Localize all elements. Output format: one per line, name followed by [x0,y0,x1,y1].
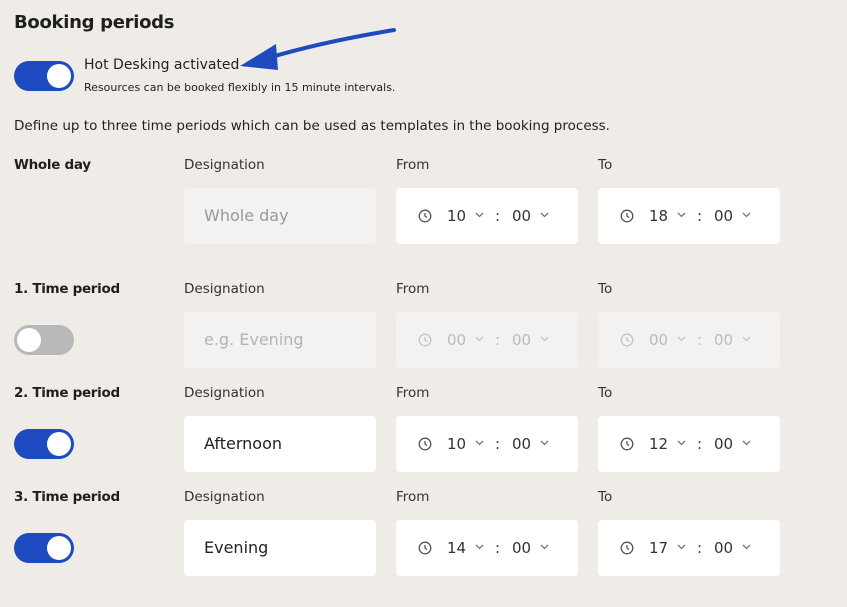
designation-input-whole-day: Whole day [184,188,376,244]
chevron-down-icon[interactable] [677,440,686,446]
designation-placeholder: e.g. Evening [204,330,304,349]
hot-desking-toggle[interactable] [14,61,74,91]
intro-text: Define up to three time periods which ca… [14,118,610,134]
chevron-down-icon[interactable] [475,440,484,446]
chevron-down-icon[interactable] [540,212,549,218]
clock-icon [620,541,634,555]
row-label-period-2: 2. Time period [14,385,120,401]
toggle-knob [17,328,41,352]
clock-icon [418,209,432,223]
period-3-toggle[interactable] [14,533,74,563]
hot-desking-label: Hot Desking activated [84,57,240,73]
to-time-period-3[interactable]: 17 : 00 [598,520,780,576]
designation-column-label: Designation [184,157,265,173]
clock-icon [418,541,432,555]
to-hour-select[interactable]: 18 [649,207,668,225]
to-column-label: To [598,157,613,173]
to-minute-select: 00 [714,331,734,349]
designation-input-period-2[interactable]: Afternoon [184,416,376,472]
chevron-down-icon [540,336,549,342]
from-minute-select: 00 [512,331,532,349]
chevron-down-icon[interactable] [540,544,549,550]
hot-desking-description: Resources can be booked flexibly in 15 m… [84,81,396,94]
section-title: Booking periods [14,12,175,33]
clock-icon [620,333,634,347]
chevron-down-icon[interactable] [742,440,751,446]
designation-input-period-1: e.g. Evening [184,312,376,368]
to-minute-select[interactable]: 00 [714,207,733,225]
from-time-period-2[interactable]: 10 : 00 [396,416,578,472]
from-hour-select[interactable]: 10 [447,207,466,225]
chevron-down-icon[interactable] [475,544,484,550]
from-hour-select[interactable]: 10 [447,435,466,453]
from-column-label: From [396,385,430,401]
clock-icon [620,437,634,451]
designation-column-label: Designation [184,489,265,505]
chevron-down-icon[interactable] [540,440,549,446]
row-label-whole-day: Whole day [14,157,91,173]
chevron-down-icon[interactable] [475,212,484,218]
from-hour-select[interactable]: 14 [447,539,466,557]
from-column-label: From [396,157,430,173]
chevron-down-icon[interactable] [677,544,686,550]
designation-column-label: Designation [184,281,265,297]
to-minute-select[interactable]: 00 [714,539,733,557]
toggle-knob [47,432,71,456]
designation-column-label: Designation [184,385,265,401]
to-minute-select[interactable]: 00 [714,435,733,453]
to-hour-select: 00 [649,331,669,349]
from-time-whole-day[interactable]: 10 : 00 [396,188,578,244]
chevron-down-icon [677,336,686,342]
chevron-down-icon[interactable] [742,544,751,550]
from-column-label: From [396,489,430,505]
clock-icon [620,209,634,223]
toggle-knob [47,536,71,560]
chevron-down-icon [475,336,484,342]
from-minute-select[interactable]: 00 [512,435,531,453]
from-hour-select: 00 [447,331,467,349]
from-minute-select[interactable]: 00 [512,207,531,225]
designation-text: Whole day [204,206,289,225]
from-time-period-3[interactable]: 14 : 00 [396,520,578,576]
from-time-period-1: 00 : 00 [396,312,578,368]
annotation-arrow [240,28,396,70]
to-column-label: To [598,385,613,401]
from-column-label: From [396,281,430,297]
clock-icon [418,333,432,347]
to-hour-select[interactable]: 12 [649,435,668,453]
from-minute-select[interactable]: 00 [512,539,531,557]
designation-input-period-3[interactable]: Evening [184,520,376,576]
to-hour-select[interactable]: 17 [649,539,668,557]
clock-icon [418,437,432,451]
chevron-down-icon[interactable] [742,212,751,218]
row-label-period-3: 3. Time period [14,489,120,505]
to-column-label: To [598,489,613,505]
toggle-knob [47,64,71,88]
designation-value: Evening [204,538,269,557]
period-1-toggle[interactable] [14,325,74,355]
chevron-down-icon [742,336,751,342]
chevron-down-icon[interactable] [677,212,686,218]
designation-value: Afternoon [204,434,282,453]
row-label-period-1: 1. Time period [14,281,120,297]
to-column-label: To [598,281,613,297]
to-time-period-1: 00 : 00 [598,312,780,368]
to-time-whole-day[interactable]: 18 : 00 [598,188,780,244]
to-time-period-2[interactable]: 12 : 00 [598,416,780,472]
period-2-toggle[interactable] [14,429,74,459]
